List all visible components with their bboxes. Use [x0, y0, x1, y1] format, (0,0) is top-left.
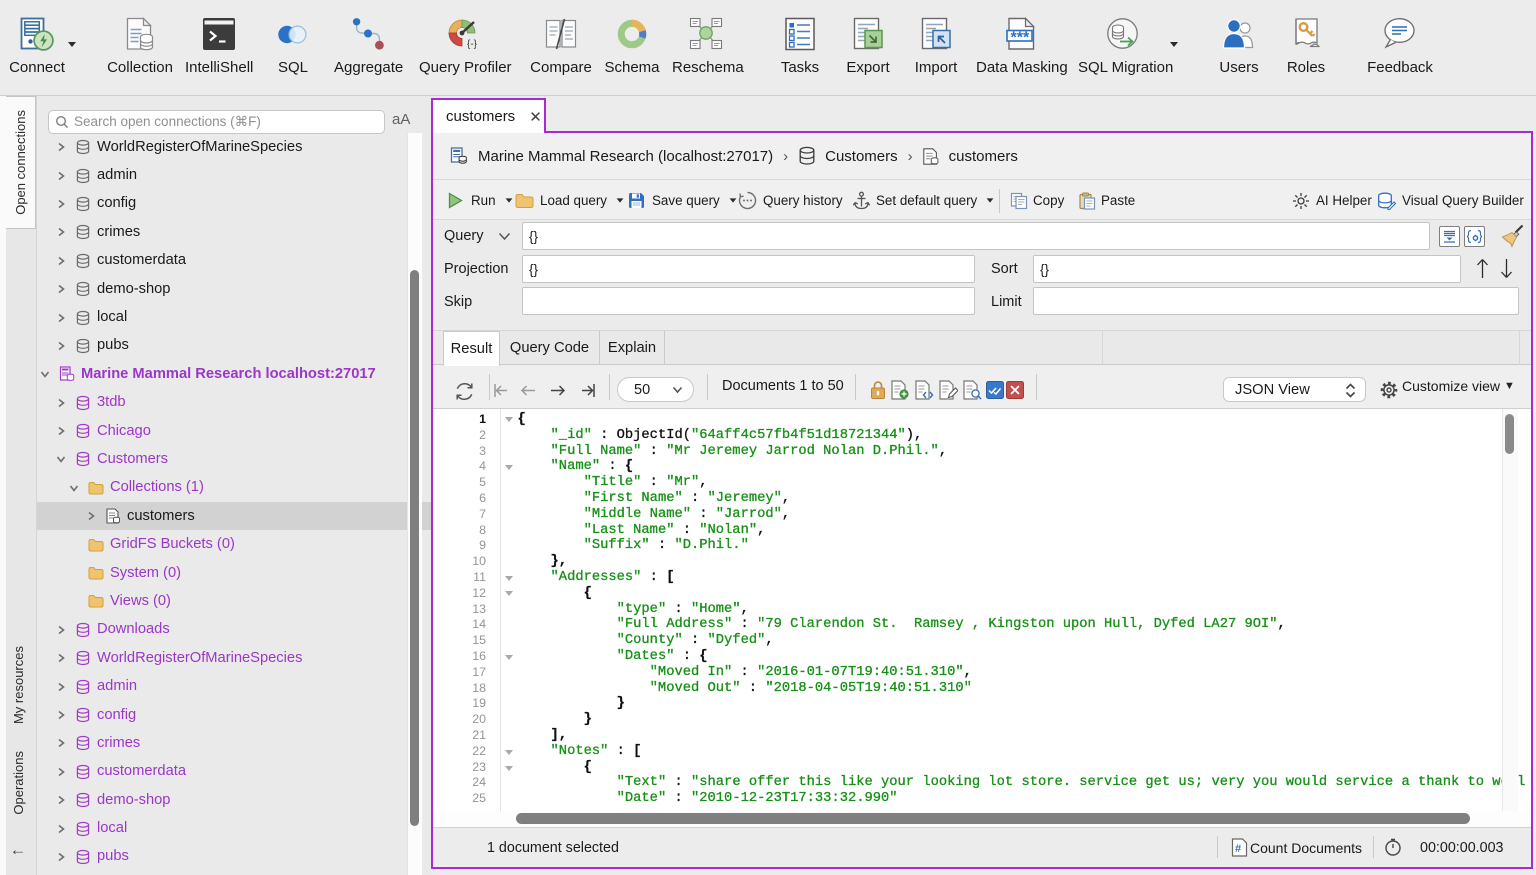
svg-text:{-}: {-}	[467, 39, 478, 50]
svg-text:***: ***	[1011, 30, 1030, 47]
svg-text:#: #	[1235, 843, 1241, 855]
